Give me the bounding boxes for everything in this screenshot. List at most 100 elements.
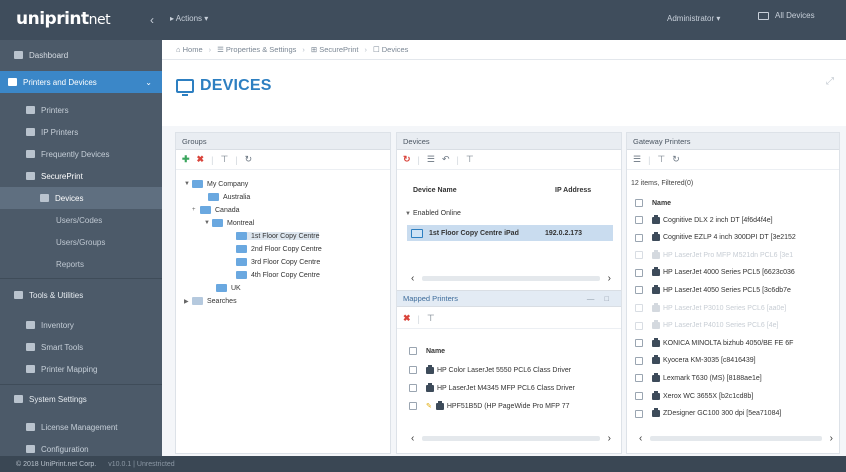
gateway-printer-row[interactable]: HP LaserJet Pro MFP M521dn PCL6 [3e1: [635, 249, 793, 260]
gateway-printer-row[interactable]: ZDesigner GC100 300 dpi [5ea71084]: [635, 408, 781, 418]
refresh-icon[interactable]: ↻: [403, 154, 411, 165]
list-icon[interactable]: ☰: [427, 154, 435, 165]
gateway-printer-row[interactable]: Kyocera KM-3035 [c8416439]: [635, 355, 756, 365]
select-all-checkbox[interactable]: [409, 347, 417, 355]
sidebar-item-system-settings[interactable]: System Settings: [0, 388, 162, 410]
refresh-icon[interactable]: ↻: [245, 154, 253, 165]
gateway-printer-row[interactable]: Cognitive EZLP 4 inch 300DPI DT [3e2152: [635, 232, 796, 242]
sidebar-item-users-groups[interactable]: Users/Groups: [0, 231, 162, 253]
sidebar-item-dashboard[interactable]: Dashboard: [0, 44, 162, 66]
list-icon[interactable]: ☰: [633, 154, 641, 165]
scroll-track[interactable]: [422, 276, 600, 281]
gateway-column-header[interactable]: Name: [635, 199, 671, 207]
gateway-printer-row[interactable]: Cognitive DLX 2 inch DT [4f6d4f4e]: [635, 214, 773, 224]
tree-node-floor2[interactable]: 2nd Floor Copy Centre: [236, 245, 322, 253]
sidebar-item-ip-printers[interactable]: IP Printers: [0, 121, 162, 143]
filter-icon[interactable]: ⊤: [427, 313, 435, 324]
scroll-right-icon[interactable]: ›: [608, 433, 611, 444]
gateway-printer-row[interactable]: HP LaserJet P4010 Series PCL6 [4e]: [635, 320, 778, 330]
add-icon[interactable]: ✚: [182, 154, 190, 165]
row-checkbox[interactable]: [635, 321, 643, 330]
gateway-printer-row[interactable]: Xerox WC 3655X [b2c1cd8b]: [635, 390, 753, 400]
sidebar-item-frequently-used[interactable]: Frequently Devices: [0, 143, 162, 165]
caret-down-icon[interactable]: ▼: [405, 211, 413, 217]
gateway-printer-row[interactable]: Lexmark T630 (MS) [8188ae1e]: [635, 372, 762, 383]
row-checkbox[interactable]: [635, 286, 643, 295]
column-header-ip-address[interactable]: IP Address: [555, 187, 591, 194]
row-checkbox[interactable]: [635, 409, 643, 418]
panel-window-controls[interactable]: — □: [587, 294, 613, 303]
sidebar-item-users-codes[interactable]: Users/Codes: [0, 209, 162, 231]
row-checkbox[interactable]: [409, 402, 417, 410]
row-checkbox[interactable]: [635, 268, 643, 277]
scroll-left-icon[interactable]: ‹: [411, 273, 414, 284]
caret-down-icon[interactable]: ▼: [204, 220, 212, 226]
device-row-selected[interactable]: 1st Floor Copy Centre iPad 192.0.2.173: [407, 225, 613, 241]
tree-node-searches[interactable]: ▶ Searches: [184, 297, 237, 305]
undo-icon[interactable]: ↶: [442, 154, 450, 165]
scroll-track[interactable]: [650, 436, 822, 441]
breadcrumb-properties[interactable]: ☰ Properties & Settings: [217, 45, 296, 54]
row-checkbox[interactable]: [635, 304, 643, 312]
all-devices-button[interactable]: All Devices: [758, 11, 815, 20]
row-checkbox[interactable]: [635, 216, 643, 224]
row-checkbox[interactable]: [409, 366, 417, 374]
mapped-column-header[interactable]: Name: [409, 347, 445, 355]
gateway-printer-row[interactable]: HP LaserJet 4050 Series PCL5 [3c6db7e: [635, 284, 791, 295]
tree-node-my-company[interactable]: ▼ My Company: [184, 180, 248, 188]
caret-right-icon[interactable]: ▶: [184, 298, 192, 305]
mapped-printer-row[interactable]: HP LaserJet M4345 MFP PCL6 Class Driver: [409, 382, 575, 392]
tree-node-uk[interactable]: UK: [208, 284, 241, 292]
row-checkbox[interactable]: [635, 251, 643, 260]
refresh-icon[interactable]: ↻: [672, 154, 680, 165]
caret-down-icon[interactable]: ▼: [184, 181, 192, 187]
sidebar-item-printer-mapping[interactable]: Printer Mapping: [0, 358, 162, 380]
delete-icon[interactable]: ✖: [403, 313, 411, 324]
gateway-printer-row[interactable]: HP LaserJet P3010 Series PCL6 [aa0e]: [635, 302, 786, 312]
devices-horizontal-scrollbar[interactable]: ‹ ›: [411, 273, 611, 284]
gateway-horizontal-scrollbar[interactable]: ‹ ›: [639, 433, 833, 444]
sidebar-item-devices[interactable]: Devices: [0, 187, 162, 209]
expand-plus-icon[interactable]: +: [192, 207, 200, 213]
tree-node-australia[interactable]: Australia: [200, 193, 250, 201]
sidebar-item-printers-and-devices[interactable]: Printers and Devices ⌄: [0, 71, 162, 93]
app-logo[interactable]: uniprintnet: [16, 9, 111, 29]
sidebar-item-smart-tools[interactable]: Smart Tools: [0, 336, 162, 358]
tree-node-montreal[interactable]: ▼ Montreal: [204, 219, 254, 227]
mapped-printer-row[interactable]: HP Color LaserJet 5550 PCL6 Class Driver: [409, 364, 571, 374]
breadcrumb-home[interactable]: ⌂ Home: [176, 45, 203, 54]
select-all-checkbox[interactable]: [635, 199, 643, 207]
row-checkbox[interactable]: [635, 356, 643, 365]
sidebar-item-license-management[interactable]: License Management: [0, 416, 162, 438]
breadcrumb-secureprint[interactable]: ⊞ SecurePrint: [311, 45, 359, 54]
gateway-printer-row[interactable]: HP LaserJet 4000 Series PCL5 [6623c036: [635, 267, 795, 277]
scroll-left-icon[interactable]: ‹: [411, 433, 414, 444]
scroll-right-icon[interactable]: ›: [830, 433, 833, 444]
mapped-horizontal-scrollbar[interactable]: ‹ ›: [411, 433, 611, 444]
tree-node-floor1[interactable]: 1st Floor Copy Centre: [236, 232, 320, 240]
expand-icon[interactable]: ⤢: [826, 76, 834, 87]
row-checkbox[interactable]: [635, 339, 643, 348]
scroll-left-icon[interactable]: ‹: [639, 433, 642, 444]
scroll-right-icon[interactable]: ›: [608, 273, 611, 284]
row-checkbox[interactable]: [635, 233, 643, 242]
tree-node-canada[interactable]: + Canada: [192, 206, 240, 214]
delete-icon[interactable]: ✖: [197, 154, 205, 165]
column-header-device-name[interactable]: Device Name: [413, 187, 457, 194]
filter-icon[interactable]: ⊤: [220, 154, 228, 165]
sidebar-item-secureprint[interactable]: SecurePrint: [0, 165, 162, 187]
sidebar-collapse-button[interactable]: ‹: [150, 13, 154, 27]
mapped-printer-row[interactable]: ✎ HPF51B5D (HP PageWide Pro MFP 77: [409, 400, 570, 410]
gateway-printer-row[interactable]: KONICA MINOLTA bizhub 4050/BE FE 6F: [635, 337, 793, 348]
filter-icon[interactable]: ⊤: [466, 154, 474, 165]
tree-node-floor4[interactable]: 4th Floor Copy Centre: [236, 271, 320, 279]
tree-node-floor3[interactable]: 3rd Floor Copy Centre: [236, 258, 320, 266]
row-checkbox[interactable]: [409, 384, 417, 392]
sidebar-item-reports[interactable]: Reports: [0, 253, 162, 275]
sidebar-item-printers[interactable]: Printers: [0, 99, 162, 121]
device-group-row[interactable]: ▼ Enabled Online: [405, 210, 461, 217]
row-checkbox[interactable]: [635, 374, 643, 383]
actions-menu[interactable]: ▸ Actions ▾: [170, 14, 208, 23]
row-checkbox[interactable]: [635, 392, 643, 400]
sidebar-item-inventory[interactable]: Inventory: [0, 314, 162, 336]
